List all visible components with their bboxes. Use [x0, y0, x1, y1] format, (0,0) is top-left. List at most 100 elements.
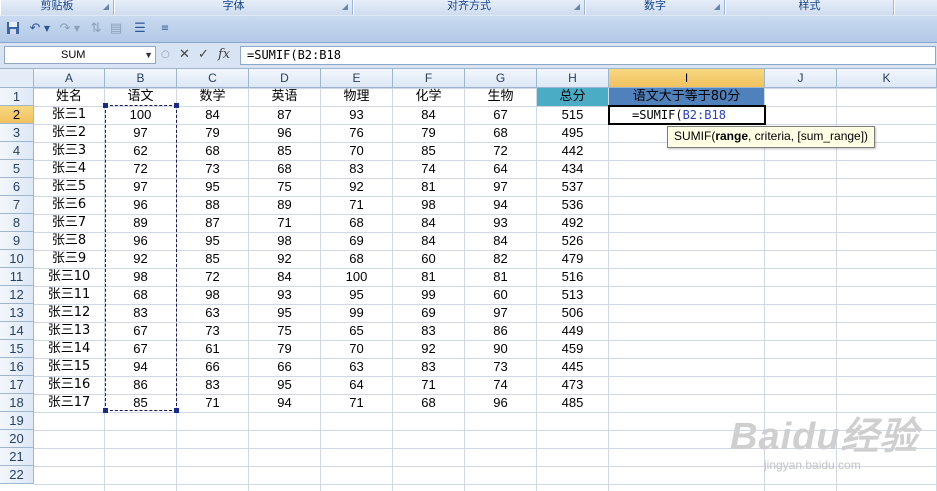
score-cell[interactable]: 94: [465, 196, 536, 214]
score-cell[interactable]: 93: [321, 106, 392, 124]
score-cell[interactable]: 445: [537, 358, 608, 376]
header-cell[interactable]: 姓名: [34, 88, 104, 106]
name-cell[interactable]: 张三1: [34, 106, 104, 124]
score-cell[interactable]: 79: [393, 124, 464, 142]
score-cell[interactable]: 537: [537, 178, 608, 196]
row-header-16[interactable]: 16: [0, 358, 34, 376]
tooltip-current-arg[interactable]: range: [715, 129, 748, 143]
score-cell[interactable]: 82: [465, 250, 536, 268]
row-header-3[interactable]: 3: [0, 124, 34, 142]
header-cell[interactable]: 语文: [105, 88, 176, 106]
score-cell[interactable]: 96: [465, 394, 536, 412]
score-cell[interactable]: 88: [177, 196, 248, 214]
score-cell[interactable]: 75: [249, 178, 320, 196]
undo-icon[interactable]: ↶: [26, 21, 44, 37]
cancel-icon[interactable]: ✕: [179, 47, 190, 63]
score-cell[interactable]: 87: [249, 106, 320, 124]
score-cell[interactable]: 434: [537, 160, 608, 178]
sort-icon[interactable]: ⇅: [88, 21, 104, 37]
score-cell[interactable]: 68: [177, 142, 248, 160]
score-cell[interactable]: 86: [465, 322, 536, 340]
score-cell[interactable]: 95: [177, 178, 248, 196]
score-cell[interactable]: 64: [465, 160, 536, 178]
range-handle[interactable]: [103, 103, 108, 108]
function-argument-tooltip[interactable]: SUMIF(range, criteria, [sum_range]): [667, 126, 876, 148]
score-cell[interactable]: 492: [537, 214, 608, 232]
score-cell[interactable]: 68: [249, 160, 320, 178]
name-cell[interactable]: 张三10: [34, 268, 104, 286]
filter-icon[interactable]: ▤: [108, 21, 124, 37]
name-cell[interactable]: 张三14: [34, 340, 104, 358]
ribbon-group-styles[interactable]: 样式: [725, 0, 894, 15]
row-header-14[interactable]: 14: [0, 322, 34, 340]
score-cell[interactable]: 84: [465, 232, 536, 250]
score-cell[interactable]: 74: [465, 376, 536, 394]
tooltip-function-name[interactable]: SUMIF(: [674, 129, 715, 143]
score-cell[interactable]: 63: [177, 304, 248, 322]
score-cell[interactable]: 85: [177, 250, 248, 268]
score-cell[interactable]: 73: [177, 322, 248, 340]
score-cell[interactable]: 95: [249, 304, 320, 322]
score-cell[interactable]: 442: [537, 142, 608, 160]
score-cell[interactable]: 90: [465, 340, 536, 358]
dialog-launcher-icon[interactable]: ◢: [714, 1, 720, 13]
row-header-13[interactable]: 13: [0, 304, 34, 322]
header-cell[interactable]: 英语: [249, 88, 320, 106]
name-cell[interactable]: 张三17: [34, 394, 104, 412]
score-cell[interactable]: 63: [321, 358, 392, 376]
score-cell[interactable]: 73: [177, 160, 248, 178]
column-header-d[interactable]: D: [249, 69, 321, 88]
score-cell[interactable]: 66: [177, 358, 248, 376]
score-cell[interactable]: 72: [465, 142, 536, 160]
score-cell[interactable]: 68: [465, 124, 536, 142]
name-cell[interactable]: 张三15: [34, 358, 104, 376]
score-cell[interactable]: 85: [393, 142, 464, 160]
score-cell[interactable]: 98: [249, 232, 320, 250]
score-cell[interactable]: 71: [321, 394, 392, 412]
score-cell[interactable]: 81: [465, 268, 536, 286]
chevron-down-icon[interactable]: ▼: [144, 47, 153, 63]
formula-input[interactable]: =SUMIF(B2:B18: [240, 46, 936, 65]
score-cell[interactable]: 97: [465, 304, 536, 322]
row-header-11[interactable]: 11: [0, 268, 34, 286]
name-cell[interactable]: 张三8: [34, 232, 104, 250]
score-cell[interactable]: 513: [537, 286, 608, 304]
ribbon-group-clipboard[interactable]: 剪贴板 ◢: [0, 0, 114, 15]
score-cell[interactable]: 60: [393, 250, 464, 268]
score-cell[interactable]: 83: [177, 376, 248, 394]
name-cell[interactable]: 张三9: [34, 250, 104, 268]
column-header-e[interactable]: E: [321, 69, 393, 88]
ribbon-group-font[interactable]: 字体 ◢: [114, 0, 353, 15]
header-cell[interactable]: 总分: [537, 88, 608, 106]
column-header-b[interactable]: B: [105, 69, 177, 88]
column-header-a[interactable]: A: [34, 69, 105, 88]
score-cell[interactable]: 479: [537, 250, 608, 268]
score-cell[interactable]: 74: [393, 160, 464, 178]
list-icon[interactable]: ☰: [132, 21, 148, 37]
score-cell[interactable]: 76: [321, 124, 392, 142]
enter-icon[interactable]: ✓: [198, 47, 209, 63]
chevron-down-icon[interactable]: ▼: [73, 21, 81, 37]
score-cell[interactable]: 64: [321, 376, 392, 394]
score-cell[interactable]: 65: [321, 322, 392, 340]
score-cell[interactable]: 85: [249, 142, 320, 160]
active-cell-editor[interactable]: =SUMIF(B2:B18: [608, 105, 766, 125]
score-cell[interactable]: 81: [393, 178, 464, 196]
name-box[interactable]: SUM ▼: [4, 46, 156, 64]
score-cell[interactable]: 99: [321, 304, 392, 322]
range-handle[interactable]: [174, 103, 179, 108]
name-cell[interactable]: 张三7: [34, 214, 104, 232]
score-cell[interactable]: 506: [537, 304, 608, 322]
range-handle[interactable]: [103, 408, 108, 413]
dialog-launcher-icon[interactable]: ◢: [103, 1, 109, 13]
score-cell[interactable]: 526: [537, 232, 608, 250]
score-cell[interactable]: 67: [465, 106, 536, 124]
score-cell[interactable]: 60: [465, 286, 536, 304]
score-cell[interactable]: 473: [537, 376, 608, 394]
score-cell[interactable]: 93: [249, 286, 320, 304]
row-header-17[interactable]: 17: [0, 376, 34, 394]
score-cell[interactable]: 70: [321, 340, 392, 358]
score-cell[interactable]: 99: [393, 286, 464, 304]
score-cell[interactable]: 516: [537, 268, 608, 286]
row-header-8[interactable]: 8: [0, 214, 34, 232]
